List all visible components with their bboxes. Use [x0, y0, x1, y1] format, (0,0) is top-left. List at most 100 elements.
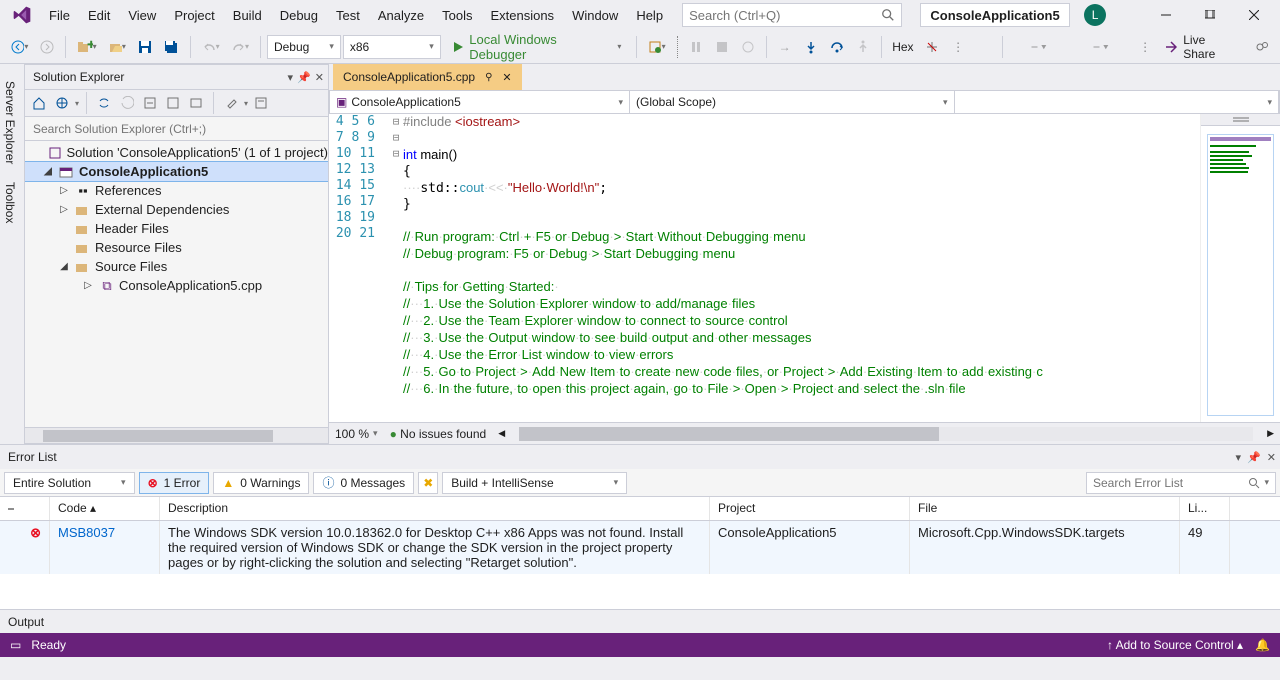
quick-launch-search[interactable] — [682, 3, 902, 27]
warnings-filter[interactable]: ▲0 Warnings — [213, 472, 309, 494]
dropdown-icon[interactable]: ▾ — [1236, 451, 1242, 464]
home-icon[interactable] — [29, 93, 49, 113]
redo-button[interactable]: ▾ — [227, 35, 254, 59]
live-share-button[interactable]: Live Share — [1159, 35, 1242, 59]
start-debugging-button[interactable]: Local Windows Debugger ▾ — [443, 35, 631, 59]
restart-button[interactable] — [736, 35, 760, 59]
menu-tools[interactable]: Tools — [433, 4, 481, 27]
fold-column[interactable]: ⊟ ⊟ ⊟ — [389, 114, 403, 422]
tree-source-files[interactable]: ◢Source Files — [25, 257, 328, 276]
view-code-icon[interactable] — [251, 93, 271, 113]
horizontal-scrollbar[interactable]: ◀▶ — [498, 427, 1274, 441]
pin-icon[interactable]: 📌 — [297, 71, 311, 84]
collapse-icon[interactable] — [140, 93, 160, 113]
code-editor[interactable]: #include <iostream> int main() { ····std… — [403, 114, 1200, 422]
close-icon[interactable]: ✕ — [315, 71, 324, 84]
output-panel-tab[interactable]: Output — [0, 609, 1280, 633]
tree-header-files[interactable]: Header Files — [25, 219, 328, 238]
menu-file[interactable]: File — [40, 4, 79, 27]
solution-tree[interactable]: Solution 'ConsoleApplication5' (1 of 1 p… — [25, 141, 328, 427]
tree-references[interactable]: ▷▪▪References — [25, 181, 328, 200]
error-row[interactable]: ⊗ MSB8037 The Windows SDK version 10.0.1… — [0, 521, 1280, 574]
menu-window[interactable]: Window — [563, 4, 627, 27]
toolbox-tab[interactable]: Toolbox — [0, 173, 24, 232]
hex-toggle[interactable]: Hex — [888, 35, 919, 59]
tree-external-deps[interactable]: ▷External Dependencies — [25, 200, 328, 219]
messages-filter[interactable]: ⓘ0 Messages — [313, 472, 414, 494]
close-button[interactable] — [1232, 0, 1276, 30]
user-avatar[interactable]: L — [1084, 4, 1106, 26]
platform-combo[interactable]: x86▾ — [343, 35, 441, 59]
save-all-button[interactable] — [159, 35, 184, 59]
error-scope-combo[interactable]: Entire Solution▾ — [4, 472, 135, 494]
split-handle-icon[interactable] — [1201, 114, 1280, 126]
scope-member-combo[interactable]: ▾ — [955, 91, 1280, 113]
config-combo[interactable]: Debug▾ — [267, 35, 341, 59]
new-project-button[interactable]: ✚▾ — [72, 35, 101, 59]
menu-analyze[interactable]: Analyze — [369, 4, 433, 27]
minimap[interactable] — [1200, 114, 1280, 422]
properties-icon[interactable] — [221, 93, 241, 113]
zoom-combo[interactable]: 100 %▾ — [335, 427, 378, 441]
toggle-view-icon[interactable] — [52, 93, 72, 113]
step-over-button[interactable] — [825, 35, 849, 59]
attach-debugger-button[interactable]: ▾ — [643, 35, 670, 59]
undo-button[interactable]: ▾ — [197, 35, 224, 59]
server-explorer-tab[interactable]: Server Explorer — [0, 72, 24, 173]
sync-icon[interactable] — [94, 93, 114, 113]
error-list-header[interactable]: ⎯ Code ▴ Description Project File Li... — [0, 497, 1280, 521]
tree-solution-node[interactable]: Solution 'ConsoleApplication5' (1 of 1 p… — [25, 143, 328, 162]
menu-test[interactable]: Test — [327, 4, 369, 27]
tree-resource-files[interactable]: Resource Files — [25, 238, 328, 257]
errors-filter[interactable]: ⊗1 Error — [139, 472, 210, 494]
open-file-button[interactable]: ▾ — [104, 35, 131, 59]
pause-button[interactable] — [684, 35, 708, 59]
menu-build[interactable]: Build — [224, 4, 271, 27]
dropdown-icon[interactable]: ▾ — [288, 71, 294, 84]
pin-icon[interactable]: 📌 — [1247, 451, 1261, 464]
toggle-button[interactable] — [920, 35, 944, 59]
menu-view[interactable]: View — [119, 4, 165, 27]
build-intellisense-combo[interactable]: Build + IntelliSense▾ — [442, 472, 627, 494]
notifications-icon[interactable]: 🔔 — [1255, 638, 1270, 652]
menu-help[interactable]: Help — [627, 4, 672, 27]
quick-launch-input[interactable] — [689, 8, 895, 23]
stop-button[interactable] — [710, 35, 734, 59]
step-out-button[interactable] — [851, 35, 875, 59]
menu-extensions[interactable]: Extensions — [481, 4, 563, 27]
document-tab-active[interactable]: ConsoleApplication5.cpp ⚲ ✕ — [333, 64, 522, 90]
error-list-search[interactable]: ▾ — [1086, 472, 1276, 494]
close-icon[interactable]: ✕ — [502, 71, 511, 84]
tree-cpp-file[interactable]: ▷⧉ConsoleApplication5.cpp — [25, 276, 328, 295]
nav-fwd-button[interactable] — [35, 35, 59, 59]
pin-icon[interactable]: ⚲ — [485, 72, 492, 83]
feedback-button[interactable] — [1250, 35, 1274, 59]
step-into-button[interactable] — [799, 35, 823, 59]
clear-filter-button[interactable]: ✖ — [418, 472, 438, 494]
error-list-search-input[interactable] — [1093, 476, 1248, 490]
solution-explorer-search-input[interactable] — [25, 117, 328, 140]
thread-combo[interactable]: ⎯ ▾ — [1071, 35, 1131, 59]
refresh-icon[interactable] — [117, 93, 137, 113]
solution-explorer-search[interactable] — [25, 117, 328, 141]
save-button[interactable] — [133, 35, 157, 59]
issues-indicator[interactable]: ● No issues found — [390, 427, 487, 441]
add-source-control-button[interactable]: ↑ Add to Source Control ▴ — [1107, 638, 1243, 652]
preview-icon[interactable] — [186, 93, 206, 113]
scope-global-combo[interactable]: (Global Scope)▾ — [630, 91, 955, 113]
menu-project[interactable]: Project — [165, 4, 223, 27]
show-next-statement-button[interactable]: → — [773, 35, 797, 59]
tree-project-node[interactable]: ◢ConsoleApplication5 — [25, 162, 328, 181]
more2-button[interactable]: ⋮ — [1133, 35, 1157, 59]
maximize-button[interactable] — [1188, 0, 1232, 30]
more-button[interactable]: ⋮ — [946, 35, 970, 59]
nav-back-button[interactable]: ▾ — [6, 35, 33, 59]
error-code-link[interactable]: MSB8037 — [58, 525, 115, 540]
menu-debug[interactable]: Debug — [271, 4, 327, 27]
show-all-icon[interactable] — [163, 93, 183, 113]
stack-frame-combo[interactable]: ⎯ ▾ — [1009, 35, 1069, 59]
solution-explorer-scrollbar[interactable] — [25, 427, 328, 443]
menu-edit[interactable]: Edit — [79, 4, 119, 27]
close-icon[interactable]: ✕ — [1267, 451, 1276, 464]
scope-project-combo[interactable]: ▣ConsoleApplication5▾ — [330, 91, 630, 113]
